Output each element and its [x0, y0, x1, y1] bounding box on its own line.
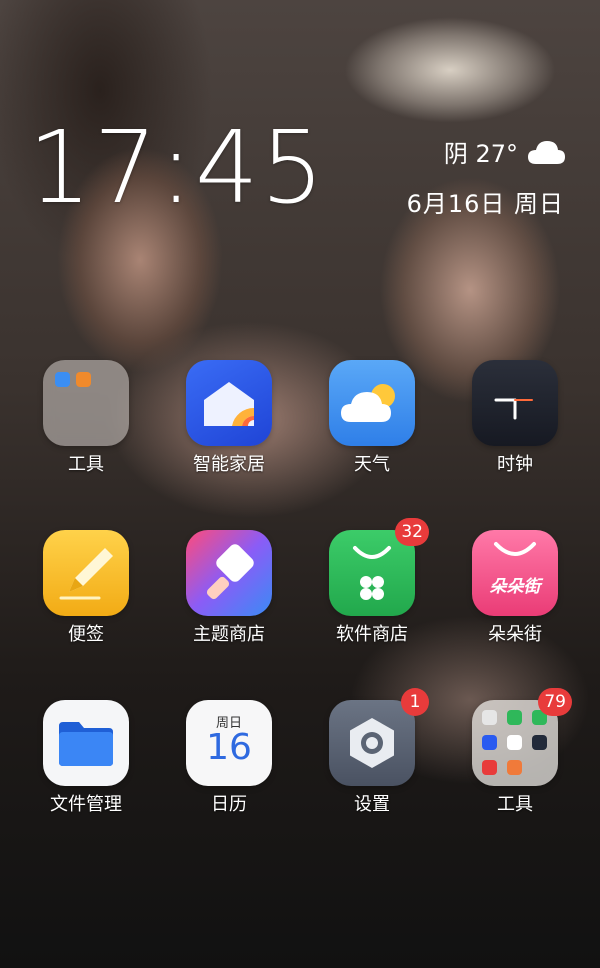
notes-icon — [43, 530, 129, 616]
app-notes[interactable]: 便签 — [26, 530, 146, 646]
app-label: 工具 — [68, 454, 104, 475]
mini-app-icon — [532, 735, 547, 750]
app-duoduo[interactable]: 朵朵街 朵朵街 — [455, 530, 575, 646]
mini-app-icon — [55, 372, 70, 387]
cloud-icon — [528, 140, 565, 164]
clock-time[interactable]: 17:45 — [28, 118, 326, 218]
app-store[interactable]: 32 软件商店 — [312, 518, 432, 646]
folder-icon — [43, 360, 129, 446]
app-themes[interactable]: 主题商店 — [169, 530, 289, 646]
mini-app-icon — [507, 735, 522, 750]
settings-icon — [329, 700, 415, 786]
mini-app-icon — [482, 735, 497, 750]
app-label: 便签 — [68, 624, 104, 645]
app-tools-folder-2[interactable]: 79 工具 — [455, 688, 575, 816]
duoduo-logo-text: 朵朵街 — [489, 577, 541, 597]
weather-icon — [329, 360, 415, 446]
notification-badge: 79 — [538, 688, 572, 716]
app-label: 天气 — [354, 454, 390, 475]
app-calendar[interactable]: 周日 16 日历 — [169, 700, 289, 816]
app-label: 时钟 — [497, 454, 533, 475]
mini-app-icon — [482, 710, 497, 725]
weather-widget[interactable]: 阴 27° — [444, 134, 566, 169]
app-smart-home[interactable]: 智能家居 — [169, 360, 289, 476]
calendar-day: 16 — [206, 727, 252, 768]
weather-text: 阴 27° — [443, 140, 518, 168]
app-settings[interactable]: 1 设置 — [312, 688, 432, 816]
app-tools-folder[interactable]: 工具 — [26, 360, 146, 476]
notification-badge: 1 — [401, 688, 429, 716]
app-label: 智能家居 — [193, 454, 265, 475]
app-label: 软件商店 — [336, 624, 408, 645]
app-clock[interactable]: 时钟 — [455, 360, 575, 476]
app-label: 文件管理 — [50, 794, 122, 815]
notification-badge: 32 — [395, 518, 429, 546]
mini-app-icon — [482, 760, 497, 775]
files-icon — [43, 700, 129, 786]
shopping-bag-icon: 朵朵街 — [472, 530, 558, 616]
mini-app-icon — [507, 760, 522, 775]
clock-icon — [472, 360, 558, 446]
app-label: 朵朵街 — [488, 624, 542, 645]
app-label: 工具 — [497, 794, 533, 815]
app-label: 设置 — [354, 794, 390, 815]
app-files[interactable]: 文件管理 — [26, 700, 146, 816]
themes-icon — [186, 530, 272, 616]
mini-app-icon — [76, 372, 91, 387]
app-label: 日历 — [211, 794, 247, 815]
smart-home-icon — [186, 360, 272, 446]
date-text[interactable]: 6月16日 周日 — [407, 184, 564, 219]
app-label: 主题商店 — [193, 624, 265, 645]
mini-app-icon — [507, 710, 522, 725]
app-weather[interactable]: 天气 — [312, 360, 432, 476]
calendar-icon: 周日 16 — [186, 700, 272, 786]
